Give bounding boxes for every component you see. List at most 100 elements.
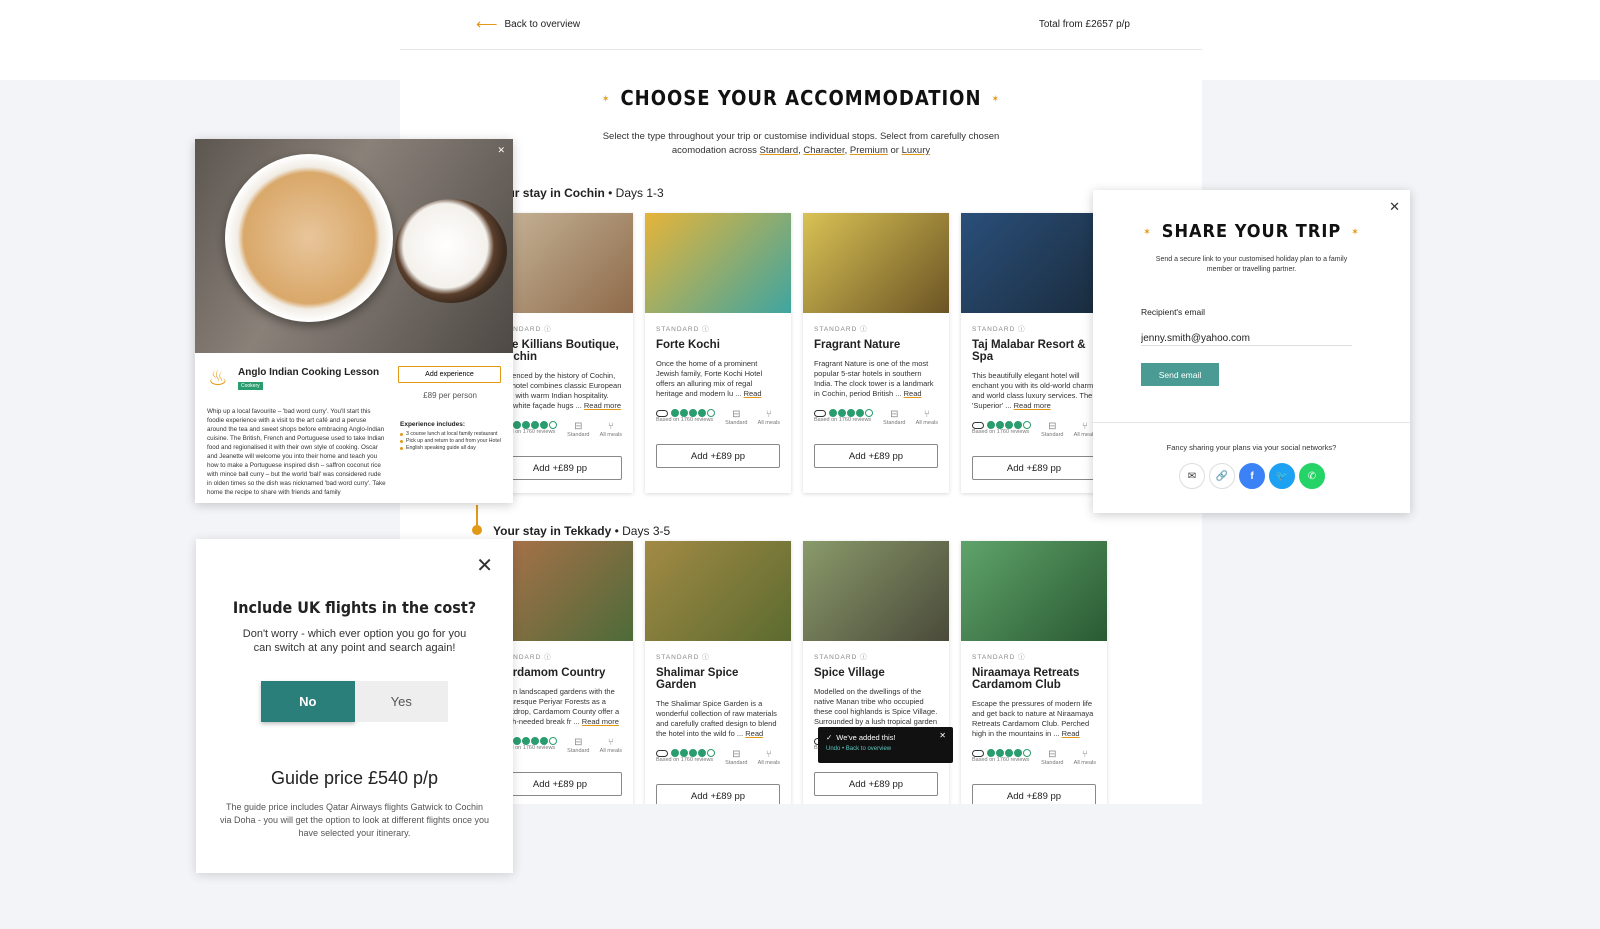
close-icon[interactable]: ✕ <box>476 553 493 578</box>
add-hotel-button[interactable]: Add +£89 pp <box>656 444 780 468</box>
flights-toggle: No Yes <box>261 681 448 722</box>
room-label: Standard <box>567 432 590 438</box>
add-hotel-button[interactable]: Add +£89 pp <box>972 784 1096 804</box>
email-share-icon[interactable]: ✉ <box>1179 463 1205 489</box>
rating-circle-icon <box>531 737 539 745</box>
rating-circle-icon <box>549 421 557 429</box>
type-link-luxury[interactable]: Luxury <box>902 145 931 156</box>
rating-circle-icon <box>838 409 846 417</box>
add-hotel-button[interactable]: Add +£89 pp <box>814 772 938 796</box>
hotel-image <box>645 213 791 313</box>
arrow-left-icon: ⟵ <box>476 16 498 33</box>
add-hotel-button[interactable]: Add +£89 pp <box>656 784 780 804</box>
close-icon[interactable]: ✕ <box>497 145 505 156</box>
add-hotel-button[interactable]: Add +£89 pp <box>498 772 622 796</box>
info-icon: ⓘ <box>860 326 868 333</box>
rating-circle-icon <box>1023 749 1031 757</box>
add-hotel-button[interactable]: Add +£89 pp <box>972 456 1096 480</box>
twitter-icon[interactable]: 🐦 <box>1269 463 1295 489</box>
rating-circle-icon <box>865 409 873 417</box>
description-text: Modelled on the dwellings of the native … <box>814 687 938 726</box>
add-hotel-button[interactable]: Add +£89 pp <box>498 456 622 480</box>
include-item: 3 course lunch at local family restauran… <box>400 431 505 438</box>
social-buttons: ✉ 🔗 f 🐦 ✆ <box>1179 463 1325 489</box>
no-button[interactable]: No <box>261 681 355 722</box>
stay-days: • Days 3-5 <box>614 524 671 538</box>
meal-plan: ⑂All meals <box>758 409 780 426</box>
hotel-card[interactable]: STANDARD ⓘ Shalimar Spice Garden The Sha… <box>645 541 791 804</box>
type-link-character[interactable]: Character <box>803 145 844 156</box>
bed-icon: ⊟ <box>732 749 741 760</box>
flights-title: Include UK flights in the cost? <box>232 598 477 617</box>
room-label: Standard <box>1041 760 1064 766</box>
read-more-link[interactable]: Read more <box>582 717 619 726</box>
meal-plan: ⑂All meals <box>916 409 938 426</box>
rating-circle-icon <box>680 409 688 417</box>
bed-icon: ⊟ <box>1048 421 1057 432</box>
read-more-link[interactable]: Read more <box>1014 401 1051 410</box>
rating-circle-icon <box>698 749 706 757</box>
hotel-category: STANDARD ⓘ <box>814 651 938 661</box>
rating-circle-icon <box>1005 421 1013 429</box>
read-more-link[interactable]: Read more <box>584 401 621 410</box>
meal-plan: ⑂All meals <box>758 749 780 766</box>
type-link-premium[interactable]: Premium <box>850 145 888 156</box>
guide-price: Guide price £540 p/p <box>270 768 439 788</box>
bed-icon: ⊟ <box>732 409 741 420</box>
hotel-card[interactable]: STANDARD ⓘ Fragrant Nature Fragrant Natu… <box>803 213 949 493</box>
email-field[interactable] <box>1141 331 1352 346</box>
rating-circle-icon <box>707 409 715 417</box>
room-label: Standard <box>1041 432 1064 438</box>
yes-button[interactable]: Yes <box>354 681 448 722</box>
rice-bowl-image <box>225 154 393 322</box>
tripadvisor-rating: Based on 1760 reviews <box>656 409 715 426</box>
rating-circle-icon <box>671 749 679 757</box>
close-icon[interactable]: ✕ <box>1389 199 1400 215</box>
review-count: Based on 1760 reviews <box>814 417 872 423</box>
review-count: Based on 1760 reviews <box>656 417 714 423</box>
back-to-overview-link[interactable]: ⟵ Back to overview <box>476 17 580 32</box>
tripadvisor-rating: Based on 1760 reviews <box>972 421 1031 438</box>
room-label: Standard <box>567 748 590 754</box>
hotel-meta: Based on 1760 reviews ⊟Standard ⑂All mea… <box>814 409 938 426</box>
room-label: Standard <box>725 760 748 766</box>
rating-circle-icon <box>829 409 837 417</box>
rating-circle-icon <box>513 737 521 745</box>
flights-subtitle: Don't worry - which ever option you go f… <box>242 628 467 654</box>
hotel-category: STANDARD ⓘ <box>656 651 780 661</box>
star-icon: ✶ <box>1351 226 1360 238</box>
send-email-button[interactable]: Send email <box>1141 363 1219 386</box>
hotel-card[interactable]: STANDARD ⓘ Spice Village Modelled on the… <box>803 541 949 804</box>
category-text: STANDARD <box>972 326 1016 333</box>
link-icon[interactable]: 🔗 <box>1209 463 1235 489</box>
close-icon[interactable]: ✕ <box>939 731 946 740</box>
rating-circle-icon <box>531 421 539 429</box>
hotel-card[interactable]: STANDARD ⓘ Niraamaya Retreats Cardamom C… <box>961 541 1107 804</box>
room-type: ⊟Standard <box>1041 421 1063 438</box>
tripadvisor-icon <box>972 421 984 429</box>
hotel-image <box>803 541 949 641</box>
meals-label: All meals <box>915 420 938 426</box>
add-hotel-button[interactable]: Add +£89 pp <box>814 444 938 468</box>
room-type: ⊟Standard <box>725 749 747 766</box>
type-link-standard[interactable]: Standard <box>760 145 799 156</box>
stay-days: • Days 1-3 <box>608 186 664 200</box>
add-experience-button[interactable]: Add experience <box>398 366 501 383</box>
stay-title: Your stay in Tekkady <box>493 524 612 538</box>
toast-undo-link[interactable]: Undo <box>826 746 840 752</box>
hotel-description: Set in landscaped gardens with the pictu… <box>498 687 620 726</box>
toast-back-link[interactable]: Back to overview <box>846 746 891 752</box>
whatsapp-icon[interactable]: ✆ <box>1299 463 1325 489</box>
rating-circle-icon <box>847 409 855 417</box>
experience-panel: ✕ ♨ Anglo Indian Cooking Lesson Cookery … <box>195 139 513 503</box>
rating-circle-icon <box>856 409 864 417</box>
hotel-card[interactable]: STANDARD ⓘ Taj Malabar Resort & Spa This… <box>961 213 1107 493</box>
bed-icon: ⊟ <box>574 421 583 432</box>
hotel-card[interactable]: STANDARD ⓘ Forte Kochi Once the home of … <box>645 213 791 493</box>
star-icon: ✶ <box>991 94 1001 105</box>
facebook-icon[interactable]: f <box>1239 463 1265 489</box>
hotel-category: STANDARD ⓘ <box>656 323 780 333</box>
page-title-text: CHOOSE YOUR ACCOMMODATION <box>620 86 982 110</box>
experience-price: £89 per person <box>423 391 477 400</box>
tripadvisor-icon <box>814 409 826 417</box>
